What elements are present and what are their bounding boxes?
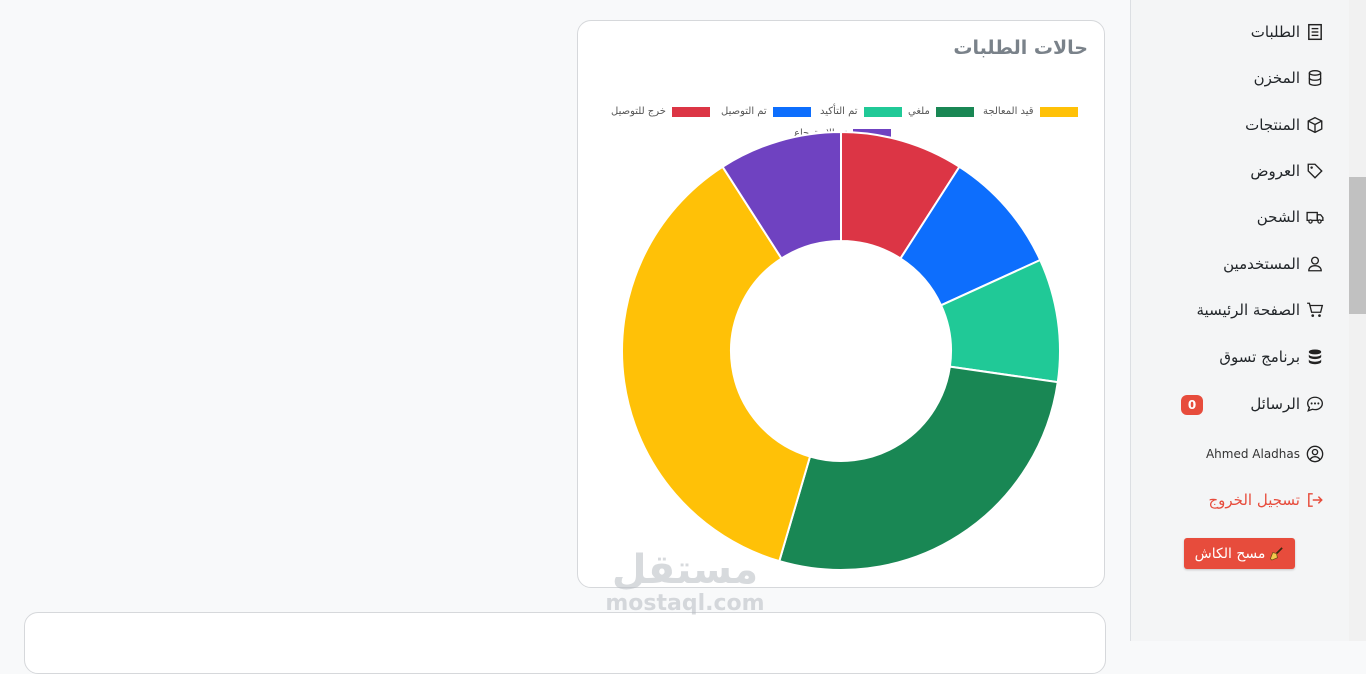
scrollbar-thumb[interactable]: [1349, 177, 1366, 314]
scrollbar-track[interactable]: [1349, 0, 1366, 641]
chat-icon: [1306, 395, 1324, 413]
sidebar-item-label: الرسائل: [1250, 395, 1300, 413]
clear-cache-label: مسح الكاش: [1194, 545, 1266, 562]
sidebar-item-warehouse[interactable]: المخزن: [1254, 66, 1324, 90]
sidebar-item-messages[interactable]: الرسائل: [1250, 392, 1324, 416]
database-icon: [1306, 69, 1324, 87]
sidebar-item-label: برنامج تسوق: [1219, 348, 1300, 366]
messages-count-badge: 0: [1181, 395, 1203, 415]
user-circle-icon: [1306, 445, 1324, 463]
user-profile-link[interactable]: Ahmed Aladhas: [1206, 442, 1324, 466]
secondary-card: [24, 612, 1106, 674]
sidebar-item-shipping[interactable]: الشحن: [1257, 205, 1324, 229]
broom-icon: [1269, 546, 1284, 561]
sidebar-item-shopping-app[interactable]: برنامج تسوق: [1219, 345, 1324, 369]
order-status-card: حالات الطلبات خرج للتوصيل تم التوصيل تم …: [577, 20, 1105, 588]
sidebar-item-label: المخزن: [1253, 69, 1300, 87]
sidebar-item-offers[interactable]: العروض: [1250, 159, 1324, 183]
sidebar-item-home[interactable]: الصفحة الرئيسية: [1197, 298, 1325, 322]
coins-icon: [1306, 348, 1324, 366]
user-icon: [1306, 255, 1324, 273]
sidebar-item-label: العروض: [1250, 162, 1300, 180]
clear-cache-button[interactable]: مسح الكاش: [1184, 538, 1295, 569]
sidebar-item-label: المنتجات: [1245, 116, 1300, 134]
sidebar-item-label: الشحن: [1256, 208, 1300, 226]
doughnut-chart: [621, 130, 1061, 571]
doughnut-slice[interactable]: [778, 365, 1059, 571]
truck-icon: [1306, 208, 1324, 226]
logout-label: تسجيل الخروج: [1208, 491, 1300, 509]
sidebar-item-users[interactable]: المستخدمين: [1223, 252, 1324, 276]
box-icon: [1306, 116, 1324, 134]
tags-icon: [1306, 162, 1324, 180]
logout-link[interactable]: تسجيل الخروج: [1208, 488, 1324, 512]
orders-icon: [1306, 23, 1324, 41]
sidebar-item-orders[interactable]: الطلبات: [1251, 20, 1324, 44]
sidebar-item-label: الصفحة الرئيسية: [1196, 301, 1301, 319]
sidebar-item-label: المستخدمين: [1223, 255, 1300, 273]
logout-icon: [1306, 491, 1324, 509]
sidebar-item-label: الطلبات: [1250, 23, 1300, 41]
user-name: Ahmed Aladhas: [1205, 447, 1300, 461]
sidebar-item-products[interactable]: المنتجات: [1245, 113, 1324, 137]
cart-icon: [1306, 301, 1324, 319]
